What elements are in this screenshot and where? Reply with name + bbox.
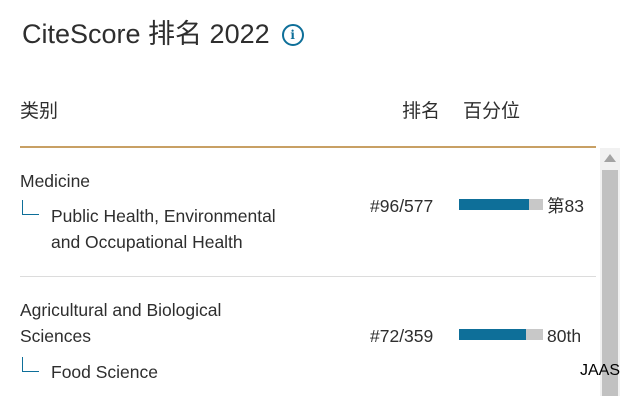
watermark: JAAS [580,362,621,379]
row-divider [20,276,596,277]
table-row: Agricultural and Biological Sciences Foo… [0,277,638,397]
percentile-label: 80th [547,326,582,346]
column-header-category: 类别 [20,101,59,122]
title-row: CiteScore 排名 2022 i [22,16,304,52]
category-name: Medicine [20,171,91,191]
column-header-rank: 排名 [402,101,441,122]
rank-value: #96/577 [370,196,434,216]
page-title: CiteScore 排名 2022 [22,19,270,49]
subcategory-name: Food Science [51,362,159,382]
rank-value: #72/359 [370,326,434,346]
subcategory-name-line2: and Occupational Health [51,232,243,252]
table-row: Medicine Public Health, Environmental an… [0,148,638,276]
scroll-up-arrow-icon[interactable] [604,154,616,162]
tree-branch-icon [22,200,39,215]
percentile-label: 第83 [547,196,584,216]
column-header-percentile: 百分位 [463,101,521,122]
category-name-line1: Agricultural and Biological [20,300,222,320]
info-icon[interactable]: i [281,24,304,46]
tree-branch-icon [22,357,39,372]
percentile-bar-fill [459,329,527,340]
percentile-bar-fill [459,199,529,210]
percentile-bar [459,329,543,340]
percentile-bar [459,199,543,210]
column-headers: 类别 排名 百分位 [0,96,638,126]
ranking-list: Medicine Public Health, Environmental an… [0,148,638,396]
category-name-line2: Sciences [20,326,92,346]
subcategory-name-line1: Public Health, Environmental [51,206,276,226]
scrollbar[interactable] [600,148,620,396]
